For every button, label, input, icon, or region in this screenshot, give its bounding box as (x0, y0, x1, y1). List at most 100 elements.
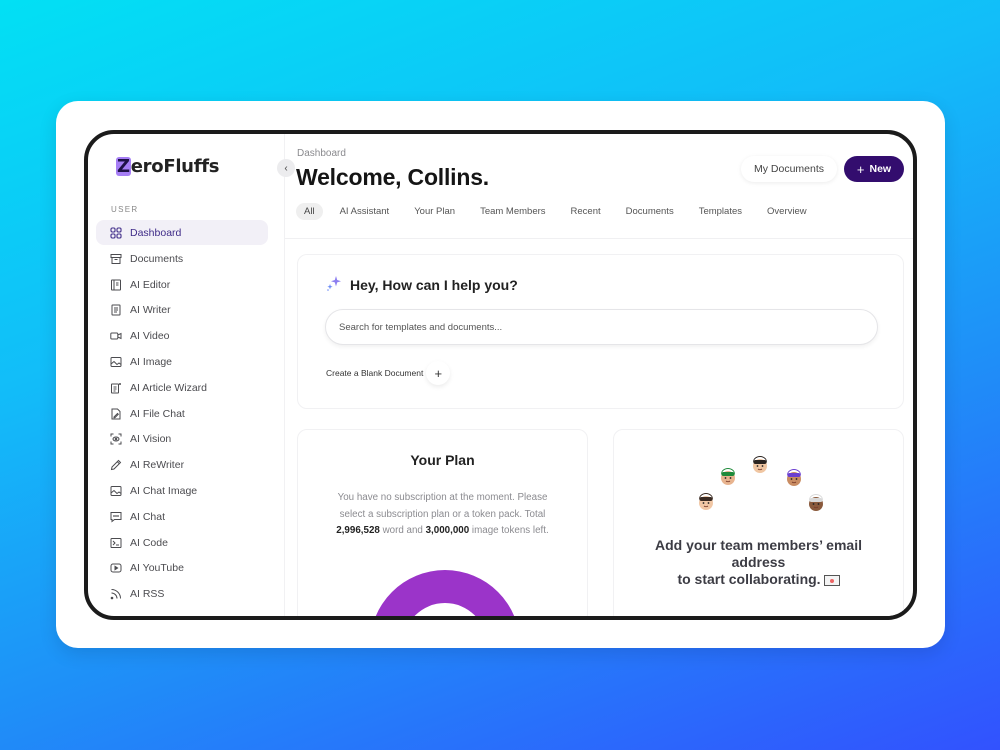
logo-mark: Z (116, 156, 131, 177)
team-avatar (718, 467, 738, 487)
app-window: ZeroFluffs USER Dashboard Documents AI Edi… (84, 130, 917, 620)
document-icon (110, 304, 122, 316)
team-avatar (784, 468, 804, 488)
sidebar-item-label: AI Chat Image (130, 485, 198, 498)
team-avatar (696, 492, 716, 512)
envelope-icon (823, 574, 840, 586)
sidebar-item-ai-rewriter[interactable]: AI ReWriter (96, 452, 268, 478)
new-label: New (869, 163, 892, 175)
page-title: Welcome, Collins. (296, 164, 489, 190)
sidebar-item-ai-chat-image[interactable]: AI Chat Image (96, 478, 268, 504)
tab-team-members[interactable]: Team Members (472, 203, 553, 220)
sidebar-item-ai-editor[interactable]: AI Editor (96, 272, 268, 298)
my-documents-button[interactable]: My Documents (741, 156, 838, 182)
sidebar-item-ai-code[interactable]: AI Code (96, 530, 268, 556)
team-avatar (750, 455, 770, 475)
archive-icon (110, 253, 122, 265)
sidebar-section-label: USER (111, 205, 139, 214)
breadcrumb[interactable]: Dashboard (297, 148, 346, 159)
header-divider (285, 238, 913, 239)
sidebar-nav: Dashboard Documents AI Editor AI Writer AI V… (96, 220, 268, 607)
eye-scan-icon (110, 433, 122, 445)
sidebar-item-label: Documents (130, 252, 184, 265)
sidebar-item-label: AI Code (130, 536, 168, 549)
sidebar-item-label: Dashboard (130, 226, 182, 239)
plan-title: Your Plan (410, 452, 475, 468)
gauge-arc (375, 570, 515, 616)
sidebar-item-documents[interactable]: Documents (96, 246, 268, 272)
sidebar-item-ai-file-chat[interactable]: AI File Chat (96, 401, 268, 427)
filter-tabs: All AI Assistant Your Plan Team Members Rece… (296, 203, 824, 220)
image-icon (110, 485, 122, 497)
assistant-heading: Hey, How can I help you? (326, 275, 518, 294)
image-icon (110, 356, 122, 368)
sidebar-item-label: AI File Chat (130, 407, 185, 420)
sidebar-item-label: AI Editor (130, 278, 171, 291)
logo[interactable]: ZeroFluffs (116, 156, 219, 177)
notebook-icon (110, 279, 122, 291)
team-card: Add your team members’ email address to … (613, 429, 904, 616)
sidebar-item-ai-rss[interactable]: AI RSS (96, 581, 268, 607)
play-icon (110, 562, 122, 574)
sidebar-item-ai-image[interactable]: AI Image (96, 349, 268, 375)
team-text-line: to start collaborating. (624, 571, 893, 588)
grid-icon (110, 226, 122, 239)
sidebar-item-ai-youtube[interactable]: AI YouTube (96, 556, 268, 582)
terminal-icon (110, 537, 122, 549)
wizard-icon (110, 382, 122, 394)
sidebar-item-dashboard[interactable]: Dashboard (96, 220, 268, 245)
assistant-title: Hey, How can I help you? (350, 276, 518, 293)
sidebar-item-label: AI YouTube (130, 562, 184, 575)
plan-text-part: You have no subscription at the moment. … (337, 492, 548, 520)
plan-card: Your Plan You have no subscription at th… (297, 429, 588, 616)
tab-your-plan[interactable]: Your Plan (406, 203, 463, 220)
tab-recent[interactable]: Recent (563, 203, 609, 220)
sidebar: ZeroFluffs USER Dashboard Documents AI Edi… (88, 134, 284, 616)
sidebar-item-label: AI Article Wizard (130, 381, 208, 394)
sidebar-item-label: AI RSS (130, 588, 165, 601)
sidebar-item-ai-article-wizard[interactable]: AI Article Wizard (96, 375, 268, 401)
team-text-line: address (731, 554, 786, 570)
pencil-icon (110, 459, 122, 471)
sidebar-item-ai-vision[interactable]: AI Vision (96, 427, 268, 453)
my-documents-label: My Documents (754, 163, 825, 175)
team-text-line-3: to start collaborating. (677, 571, 821, 587)
tab-all[interactable]: All (296, 203, 323, 220)
sidebar-item-ai-writer[interactable]: AI Writer (96, 298, 268, 324)
sidebar-item-label: AI Image (130, 356, 173, 369)
plus-icon: + (856, 161, 865, 177)
create-blank-document-button[interactable]: Create a Blank Document + (326, 361, 451, 385)
image-tokens-value: 3,000,000 (425, 525, 470, 536)
tab-documents[interactable]: Documents (618, 203, 682, 220)
logo-text: eroFluffs (130, 156, 220, 177)
sidebar-item-label: AI Video (130, 330, 170, 343)
team-avatar (806, 493, 826, 513)
tab-templates[interactable]: Templates (691, 203, 750, 220)
chat-icon (110, 511, 122, 523)
plan-text-part: image tokens left. (469, 525, 549, 536)
new-button[interactable]: + New (844, 156, 904, 182)
word-tokens-value: 2,996,528 (336, 525, 380, 536)
file-edit-icon (110, 408, 122, 420)
sidebar-item-label: AI Vision (130, 433, 172, 446)
tab-ai-assistant[interactable]: AI Assistant (332, 203, 398, 220)
plan-text-part: word and (379, 525, 426, 536)
sidebar-item-label: AI Writer (130, 304, 171, 317)
usage-gauge (375, 570, 515, 616)
main-content: Dashboard Welcome, Collins. My Documents… (285, 134, 913, 616)
video-icon (110, 330, 122, 342)
sidebar-item-label: AI ReWriter (130, 459, 185, 472)
create-blank-document-label: Create a Blank Document (326, 368, 424, 378)
search-input[interactable] (325, 309, 878, 345)
sparkles-icon (326, 275, 342, 294)
tab-overview[interactable]: Overview (759, 203, 815, 220)
team-invite-text: Add your team members’ email address to … (624, 537, 893, 588)
team-text-line: Add your team members’ email (655, 537, 862, 553)
plus-icon: + (426, 361, 451, 385)
sidebar-item-ai-video[interactable]: AI Video (96, 323, 268, 349)
rss-icon (110, 588, 122, 600)
plan-description: You have no subscription at the moment. … (324, 490, 561, 540)
assistant-card: Hey, How can I help you? Create a Blank … (297, 254, 904, 409)
sidebar-item-label: AI Chat (130, 510, 166, 523)
sidebar-item-ai-chat[interactable]: AI Chat (96, 504, 268, 530)
